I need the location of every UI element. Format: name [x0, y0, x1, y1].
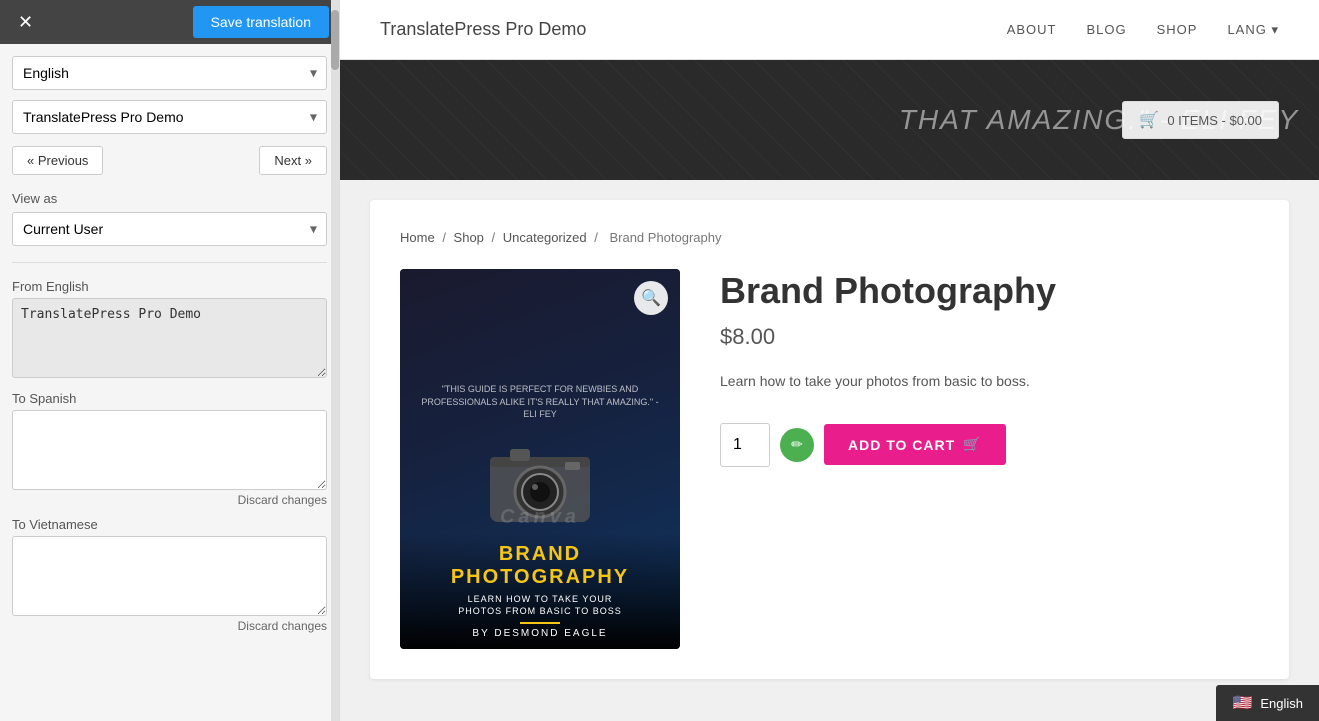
breadcrumb-sep-2: / [492, 230, 499, 245]
hero-banner: THAT AMAZING." - ELI FEY 🛒 0 ITEMS - $0.… [340, 60, 1319, 180]
language-select-wrap: English Spanish Vietnamese [12, 56, 327, 90]
overlay-title: BRANDPHOTOGRAPHY [410, 543, 670, 589]
next-button[interactable]: Next » [259, 146, 327, 175]
product-image-bg: "THIS GUIDE IS PERFECT FOR NEWBIES AND P… [400, 269, 680, 649]
breadcrumb-home[interactable]: Home [400, 230, 435, 245]
overlay-divider [520, 622, 560, 624]
sidebar-top-bar: ✕ Save translation [0, 0, 339, 44]
to-spanish-label: To Spanish [12, 391, 327, 406]
view-as-label: View as [12, 191, 327, 206]
product-name: Brand Photography [720, 269, 1259, 312]
breadcrumb-sep-1: / [442, 230, 449, 245]
view-as-select[interactable]: Current User Subscriber Guest [12, 212, 327, 246]
from-section: From English TranslatePress Pro Demo [12, 279, 327, 381]
from-label: From English [12, 279, 327, 294]
flag-icon: 🇺🇸 [1232, 693, 1252, 713]
footer-language-label: English [1260, 696, 1303, 711]
add-to-cart-row: ✏ ADD TO CART 🛒 [720, 423, 1259, 467]
scrollbar-thumb[interactable] [331, 10, 339, 70]
overlay-author: BY DESMOND EAGLE [410, 628, 670, 639]
nav-buttons: « Previous Next » [12, 146, 327, 175]
nav-blog[interactable]: BLOG [1086, 22, 1126, 37]
product-inner: "THIS GUIDE IS PERFECT FOR NEWBIES AND P… [400, 269, 1259, 649]
canva-watermark: Canva [500, 506, 580, 529]
footer-language-bar[interactable]: 🇺🇸 English [1216, 685, 1319, 721]
product-price: $8.00 [720, 324, 1259, 350]
sidebar: ✕ Save translation English Spanish Vietn… [0, 0, 340, 721]
cart-btn-icon: 🛒 [963, 436, 981, 453]
to-vietnamese-section: To Vietnamese Discard changes [12, 517, 327, 633]
discard-vietnamese[interactable]: Discard changes [12, 619, 327, 633]
to-vietnamese-textarea[interactable] [12, 536, 327, 616]
scrollbar-track[interactable] [331, 0, 339, 721]
nav-links: ABOUT BLOG SHOP LANG ▾ [1007, 22, 1279, 38]
to-spanish-textarea[interactable] [12, 410, 327, 490]
page-select[interactable]: TranslatePress Pro Demo Home Shop [12, 100, 327, 134]
close-button[interactable]: ✕ [10, 9, 41, 35]
product-image-quote: "THIS GUIDE IS PERFECT FOR NEWBIES AND P… [400, 383, 680, 421]
nav-about[interactable]: ABOUT [1007, 22, 1057, 37]
to-vietnamese-label: To Vietnamese [12, 517, 327, 532]
to-spanish-section: To Spanish Discard changes [12, 391, 327, 507]
zoom-icon: 🔍 [641, 288, 661, 308]
product-info: Brand Photography $8.00 Learn how to tak… [720, 269, 1259, 467]
breadcrumb-current: Brand Photography [609, 230, 721, 245]
main-content: TranslatePress Pro Demo ABOUT BLOG SHOP … [340, 0, 1319, 721]
product-image-wrap: "THIS GUIDE IS PERFECT FOR NEWBIES AND P… [400, 269, 680, 649]
language-select[interactable]: English Spanish Vietnamese [12, 56, 327, 90]
cart-icon: 🛒 [1139, 110, 1159, 130]
quantity-input[interactable] [720, 423, 770, 467]
lang-button[interactable]: LANG ▾ [1227, 22, 1279, 38]
sidebar-body: English Spanish Vietnamese TranslatePres… [0, 44, 339, 645]
page-select-wrap: TranslatePress Pro Demo Home Shop [12, 100, 327, 134]
cart-widget[interactable]: 🛒 0 ITEMS - $0.00 [1122, 101, 1279, 139]
nav-shop[interactable]: SHOP [1157, 22, 1198, 37]
site-title: TranslatePress Pro Demo [380, 19, 586, 40]
zoom-button[interactable]: 🔍 [634, 281, 668, 315]
top-navigation: TranslatePress Pro Demo ABOUT BLOG SHOP … [340, 0, 1319, 60]
product-description: Learn how to take your photos from basic… [720, 370, 1259, 392]
divider-1 [12, 262, 327, 263]
view-as-select-wrap: Current User Subscriber Guest [12, 212, 327, 246]
cart-label: 0 ITEMS - $0.00 [1167, 113, 1262, 128]
discard-spanish[interactable]: Discard changes [12, 493, 327, 507]
edit-icon-button[interactable]: ✏ [780, 428, 814, 462]
breadcrumb-shop[interactable]: Shop [454, 230, 484, 245]
product-card: Home / Shop / Uncategorized / Brand Phot… [370, 200, 1289, 679]
overlay-subtitle: LEARN HOW TO TAKE YOURPHOTOS FROM BASIC … [410, 593, 670, 618]
breadcrumb-uncategorized[interactable]: Uncategorized [503, 230, 587, 245]
product-area: Home / Shop / Uncategorized / Brand Phot… [340, 180, 1319, 721]
previous-button[interactable]: « Previous [12, 146, 103, 175]
view-as-section: View as Current User Subscriber Guest [12, 187, 327, 246]
breadcrumb-sep-3: / [594, 230, 601, 245]
breadcrumb: Home / Shop / Uncategorized / Brand Phot… [400, 230, 1259, 245]
add-to-cart-button[interactable]: ADD TO CART 🛒 [824, 424, 1006, 465]
product-title-overlay: BRANDPHOTOGRAPHY LEARN HOW TO TAKE YOURP… [400, 533, 680, 649]
save-translation-button[interactable]: Save translation [193, 6, 329, 38]
edit-icon: ✏ [791, 436, 803, 453]
from-textarea[interactable]: TranslatePress Pro Demo [12, 298, 327, 378]
add-to-cart-label: ADD TO CART [848, 437, 955, 453]
